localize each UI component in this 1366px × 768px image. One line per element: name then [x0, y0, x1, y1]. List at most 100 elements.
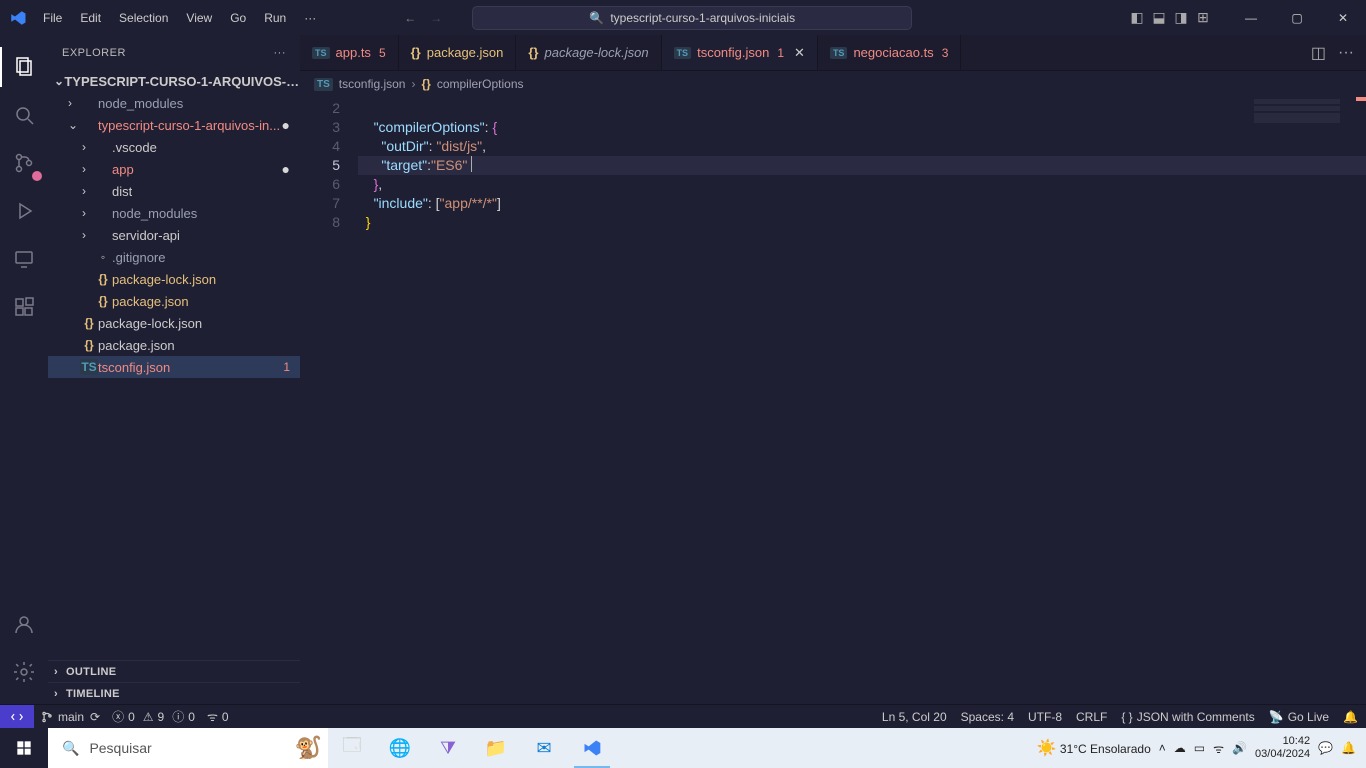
taskbar-edge[interactable]: 🌐 [376, 728, 424, 768]
tab-more-icon[interactable]: ··· [1338, 44, 1354, 62]
taskbar-vscode[interactable] [568, 728, 616, 768]
line-number-gutter: 2345678 [300, 97, 358, 704]
tree-item-servidor-api[interactable]: ›servidor-api [48, 224, 300, 246]
layout-toggle-panel-icon[interactable]: ⬓ [1148, 7, 1170, 29]
layout-customize-icon[interactable]: ⊞ [1192, 7, 1214, 29]
minimap[interactable] [1254, 99, 1354, 699]
tree-item-node-modules[interactable]: ›node_modules [48, 92, 300, 114]
window-maximize-button[interactable]: ▢ [1274, 0, 1320, 35]
taskbar-file-explorer[interactable]: 📁 [472, 728, 520, 768]
taskbar-mail[interactable]: ✉ [520, 728, 568, 768]
code-line-2[interactable] [358, 99, 1366, 118]
tray-volume-icon[interactable]: 🔊 [1232, 741, 1247, 755]
menu-selection[interactable]: Selection [111, 5, 176, 31]
window-minimize-button[interactable]: — [1228, 0, 1274, 35]
code-line-8[interactable]: } [358, 213, 1366, 232]
weather-widget[interactable]: ☀️ 31°C Ensolarado [1037, 738, 1151, 758]
cursor-position[interactable]: Ln 5, Col 20 [882, 710, 947, 724]
explorer-more-icon[interactable]: ··· [274, 47, 287, 59]
window-close-button[interactable]: ✕ [1320, 0, 1366, 35]
tree-item--vscode[interactable]: ›.vscode [48, 136, 300, 158]
explorer-sidebar: EXPLORER ··· ⌄ TYPESCRIPT-CURSO-1-ARQUIV… [48, 35, 300, 704]
activity-run-debug-icon[interactable] [0, 187, 48, 235]
cortana-icon: 🐒 [295, 735, 322, 761]
taskbar-task-view[interactable]: 🗔 [328, 728, 376, 768]
tab-package-json[interactable]: {}package.json [399, 35, 517, 70]
outline-section[interactable]: ›OUTLINE [48, 660, 300, 682]
menu-file[interactable]: File [35, 5, 70, 31]
overview-ruler [1354, 97, 1366, 704]
eol[interactable]: CRLF [1076, 710, 1107, 724]
code-line-3[interactable]: "compilerOptions": { [358, 118, 1366, 137]
layout-toggle-secondary-icon[interactable]: ◨ [1170, 7, 1192, 29]
editor-group: TSapp.ts5{}package.json{}package-lock.js… [300, 35, 1366, 704]
tree-item--gitignore[interactable]: ◦.gitignore [48, 246, 300, 268]
tray-battery-icon[interactable]: ▭ [1194, 741, 1205, 755]
code-line-4[interactable]: "outDir": "dist/js", [358, 137, 1366, 156]
tray-wifi-icon[interactable]: ᯤ [1213, 740, 1224, 757]
tree-item-node-modules[interactable]: ›node_modules [48, 202, 300, 224]
tree-item-package-json[interactable]: {}package.json [48, 290, 300, 312]
activity-extensions-icon[interactable] [0, 283, 48, 331]
tab-tsconfig-json[interactable]: TStsconfig.json1✕ [662, 35, 818, 70]
activity-accounts-icon[interactable] [0, 600, 48, 648]
taskbar-visualstudio[interactable]: ⧩ [424, 728, 472, 768]
menu-view[interactable]: View [178, 5, 220, 31]
search-icon: 🔍 [589, 11, 604, 25]
tray-onedrive-icon[interactable]: ☁ [1174, 741, 1186, 755]
editor-body[interactable]: 2345678 "compilerOptions": { "outDir": "… [300, 97, 1366, 704]
activity-source-control-icon[interactable] [0, 139, 48, 187]
system-clock[interactable]: 10:42 03/04/2024 [1255, 735, 1310, 761]
split-editor-icon[interactable]: ◫ [1311, 43, 1326, 63]
workspace-root[interactable]: ⌄ TYPESCRIPT-CURSO-1-ARQUIVOS-INICIAIS [48, 70, 300, 92]
remote-indicator[interactable] [0, 705, 34, 729]
nav-forward-icon[interactable]: → [430, 11, 442, 25]
timeline-section[interactable]: ›TIMELINE [48, 682, 300, 704]
activity-settings-icon[interactable] [0, 648, 48, 696]
tab-close-icon[interactable]: ✕ [794, 45, 805, 61]
tree-item-package-json[interactable]: {}package.json [48, 334, 300, 356]
start-button[interactable] [0, 728, 48, 768]
tray-action-center-icon[interactable]: 💬 [1318, 741, 1333, 755]
tree-item-dist[interactable]: ›dist [48, 180, 300, 202]
menu-run[interactable]: Run [256, 5, 294, 31]
menu-go[interactable]: Go [222, 5, 254, 31]
menu-···[interactable]: ··· [296, 5, 324, 31]
breadcrumb[interactable]: TS tsconfig.json › {} compilerOptions [300, 71, 1366, 97]
go-live[interactable]: 📡Go Live [1269, 710, 1329, 724]
menu-edit[interactable]: Edit [72, 5, 109, 31]
taskbar-search[interactable]: 🔍 Pesquisar 🐒 [48, 728, 328, 768]
code-line-7[interactable]: "include": ["app/**/*"] [358, 194, 1366, 213]
activity-remote-explorer-icon[interactable] [0, 235, 48, 283]
encoding[interactable]: UTF-8 [1028, 710, 1062, 724]
tray-notifications-icon[interactable]: 🔔 [1341, 741, 1356, 755]
activity-explorer-icon[interactable] [0, 43, 48, 91]
activity-search-icon[interactable] [0, 91, 48, 139]
nav-back-icon[interactable]: ← [404, 11, 416, 25]
command-center-search[interactable]: 🔍 typescript-curso-1-arquivos-iniciais [472, 6, 912, 30]
explorer-title: EXPLORER [62, 47, 126, 59]
tree-item-package-lock-json[interactable]: {}package-lock.json [48, 312, 300, 334]
tree-item-package-lock-json[interactable]: {}package-lock.json [48, 268, 300, 290]
tree-item-typescript-curso-1-arquivos-in-[interactable]: ⌄typescript-curso-1-arquivos-in...● [48, 114, 300, 136]
port-forward-indicator[interactable]: ᯤ0 [207, 708, 229, 725]
problems-indicator[interactable]: ⓧ0 ⚠9 ⓘ0 [112, 708, 195, 725]
tab-negociacao-ts[interactable]: TSnegociacao.ts3 [818, 35, 961, 70]
tree-item-tsconfig-json[interactable]: TStsconfig.json1 [48, 356, 300, 378]
code-line-5[interactable]: "target":"ES6" [358, 156, 1366, 175]
git-branch[interactable]: main ⟳ [40, 710, 100, 724]
tab-package-lock-json[interactable]: {}package-lock.json [516, 35, 661, 70]
language-mode[interactable]: { } JSON with Comments [1121, 710, 1254, 724]
layout-toggle-primary-icon[interactable]: ◧ [1126, 7, 1148, 29]
file-tree: ⌄ TYPESCRIPT-CURSO-1-ARQUIVOS-INICIAIS ›… [48, 70, 300, 660]
tab-app-ts[interactable]: TSapp.ts5 [300, 35, 399, 70]
vscode-logo-icon [0, 9, 35, 27]
code-line-6[interactable]: }, [358, 175, 1366, 194]
tray-chevron-up-icon[interactable]: ˄ [1159, 741, 1166, 755]
notifications-icon[interactable]: 🔔 [1343, 710, 1358, 724]
indentation[interactable]: Spaces: 4 [961, 710, 1014, 724]
tree-item-app[interactable]: ›app● [48, 158, 300, 180]
braces-icon: {} [421, 77, 430, 91]
code-area[interactable]: "compilerOptions": { "outDir": "dist/js"… [358, 97, 1366, 704]
status-bar: main ⟳ ⓧ0 ⚠9 ⓘ0 ᯤ0 Ln 5, Col 20 Spaces: … [0, 704, 1366, 728]
